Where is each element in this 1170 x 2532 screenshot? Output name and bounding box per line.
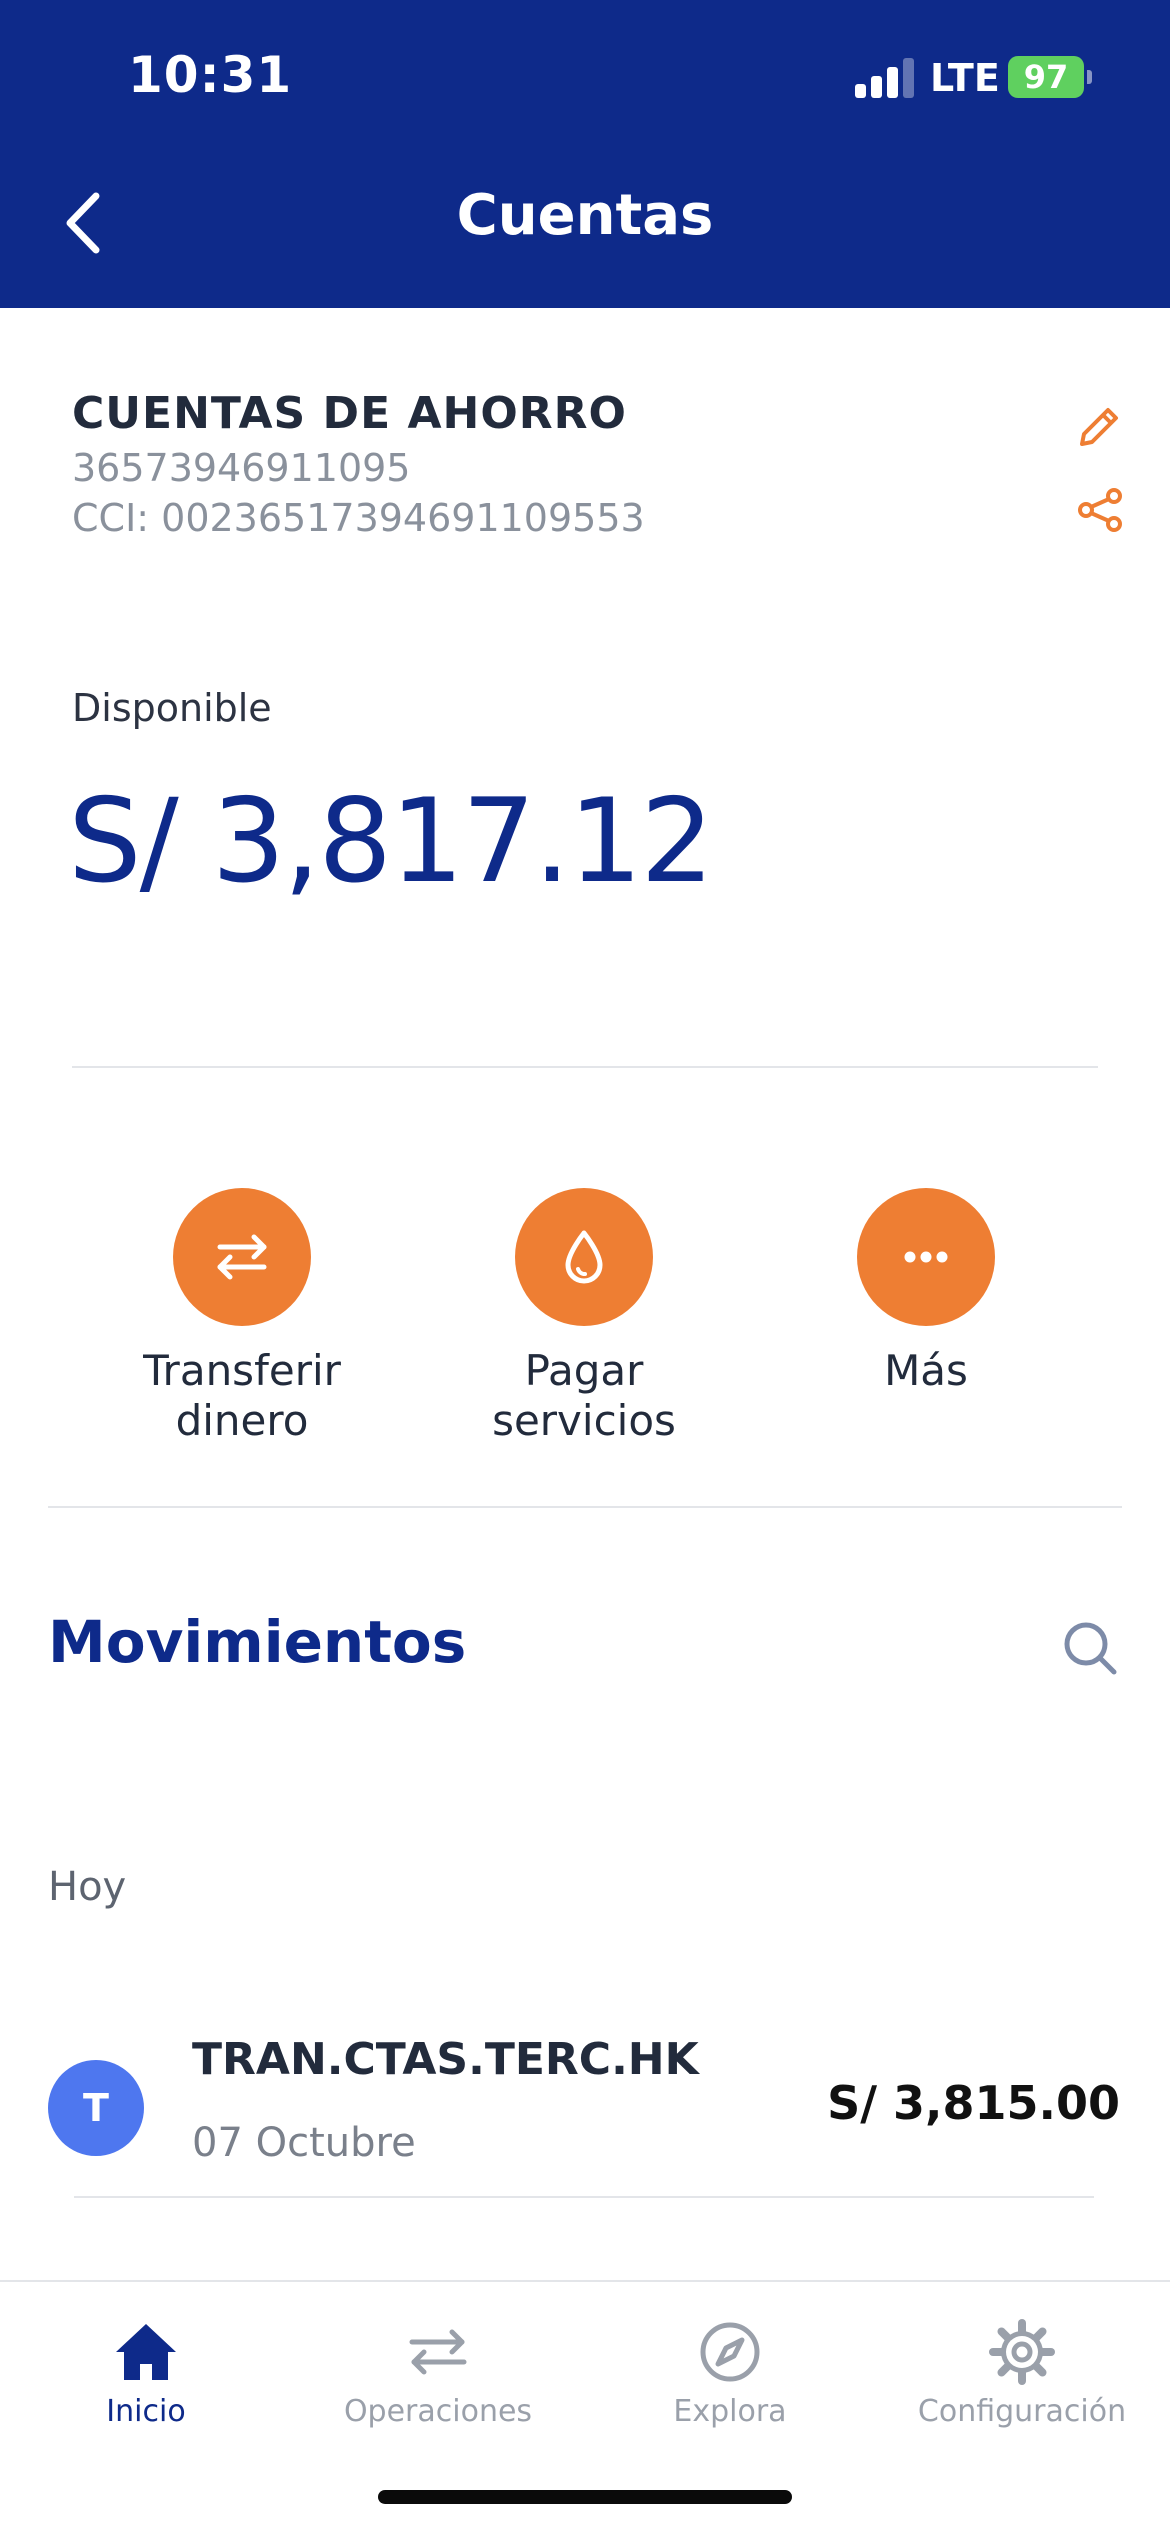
transfer-arrows-icon [409, 2329, 467, 2375]
transfer-money-button[interactable]: Transferir dinero [132, 1188, 352, 1446]
home-indicator[interactable] [378, 2490, 792, 2504]
share-icon [1078, 488, 1122, 532]
divider [74, 2196, 1094, 2198]
balance-amount: S/ 3,817.12 [68, 774, 714, 909]
account-type: CUENTAS DE AHORRO [72, 388, 627, 439]
pay-services-label: Pagar servicios [492, 1346, 676, 1445]
balance-label: Disponible [72, 686, 272, 730]
tab-label: Inicio [106, 2394, 186, 2429]
divider [48, 1506, 1122, 1508]
share-account-button[interactable] [1076, 486, 1126, 536]
more-actions-button[interactable]: Más [816, 1188, 1036, 1396]
network-type: LTE [930, 56, 1000, 100]
battery-cap [1087, 70, 1092, 84]
search-movements-button[interactable] [1060, 1618, 1120, 1678]
app-header: 10:31 LTE 97 Cuentas [0, 0, 1170, 308]
tab-inicio[interactable]: Inicio [0, 2316, 292, 2429]
water-drop-icon [565, 1230, 603, 1284]
tab-label: Explora [673, 2394, 787, 2429]
movements-title: Movimientos [48, 1608, 467, 1676]
account-cci: CCI: 00236517394691109553 [72, 496, 645, 540]
more-dots-icon [904, 1251, 948, 1263]
movement-avatar: T [48, 2060, 144, 2156]
tab-configuracion[interactable]: Configuración [876, 2316, 1168, 2429]
status-time: 10:31 [128, 46, 293, 104]
compass-icon [700, 2322, 760, 2382]
transfer-money-label: Transferir dinero [143, 1346, 341, 1445]
tab-label: Configuración [917, 2394, 1127, 2429]
movement-amount: S/ 3,815.00 [827, 2076, 1120, 2130]
transfer-arrows-icon [217, 1234, 267, 1280]
more-action-circle[interactable] [857, 1188, 995, 1326]
battery-icon: 97 [1008, 56, 1084, 98]
pay-services-button[interactable]: Pagar servicios [474, 1188, 694, 1446]
battery-level: 97 [1023, 58, 1069, 96]
home-icon [116, 2324, 176, 2380]
tab-label: Operaciones [343, 2394, 533, 2429]
divider [72, 1066, 1098, 1068]
tab-operaciones[interactable]: Operaciones [292, 2316, 584, 2429]
gear-icon [989, 2319, 1055, 2385]
movement-title: TRAN.CTAS.TERC.HK [192, 2034, 699, 2085]
tab-explora[interactable]: Explora [584, 2316, 876, 2429]
pay-services-action-circle[interactable] [515, 1188, 653, 1326]
search-icon [1064, 1622, 1117, 1675]
more-actions-label: Más [884, 1346, 968, 1395]
movement-date: 07 Octubre [192, 2120, 416, 2166]
cellular-signal-icon [855, 58, 915, 98]
transfer-action-circle[interactable] [173, 1188, 311, 1326]
account-number: 36573946911095 [72, 446, 411, 490]
edit-account-button[interactable] [1074, 402, 1124, 452]
page-title: Cuentas [456, 183, 714, 248]
date-group-label: Hoy [48, 1864, 127, 1910]
pencil-icon [1080, 408, 1118, 446]
